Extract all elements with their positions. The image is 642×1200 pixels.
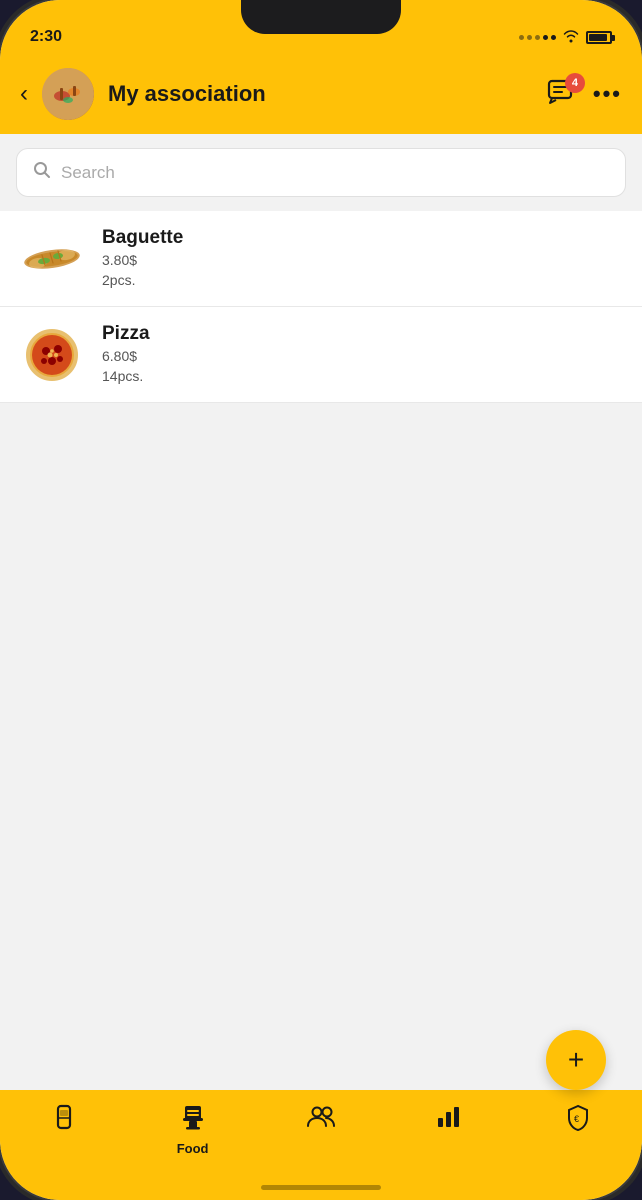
food-list: Baguette 3.80$2pcs. [0,211,642,403]
shield-icon: € [565,1104,591,1139]
list-item[interactable]: Baguette 3.80$2pcs. [0,211,642,307]
food-image-baguette [20,235,84,283]
messages-button[interactable]: 4 [547,79,577,110]
list-item[interactable]: Pizza 6.80$14pcs. [0,307,642,403]
nav-item-people[interactable] [291,1104,351,1135]
dot5 [551,35,556,40]
search-icon [33,161,51,184]
add-button[interactable]: + [546,1030,606,1090]
avatar [42,68,94,120]
dot3 [535,35,540,40]
search-placeholder: Search [61,163,115,183]
stats-icon [436,1104,462,1135]
header-actions: 4 ••• [547,79,622,110]
main-content: Search [0,134,642,403]
search-bar[interactable]: Search [16,148,626,197]
more-button[interactable]: ••• [593,81,622,107]
header-title: My association [108,81,533,107]
nav-item-drinks[interactable] [34,1104,94,1141]
food-price: 3.80$2pcs. [102,251,622,290]
battery-icon [586,31,612,44]
notch [241,0,401,34]
signal-dots [519,35,556,40]
svg-text:€: € [574,1114,579,1124]
nav-item-food[interactable]: Food [163,1104,223,1156]
bottom-navigation: Food [0,1090,642,1200]
back-button[interactable]: ‹ [20,80,28,108]
food-icon [179,1104,207,1137]
search-section: Search [0,134,642,211]
food-name: Baguette [102,227,622,249]
battery-fill [589,34,607,41]
dot1 [519,35,524,40]
status-time: 2:30 [30,28,62,46]
food-price: 6.80$14pcs. [102,347,622,386]
phone-frame: 2:30 [0,0,642,1200]
food-info-baguette: Baguette 3.80$2pcs. [102,227,622,290]
food-nav-label: Food [177,1141,209,1156]
phone-screen: 2:30 [0,0,642,1200]
food-name: Pizza [102,323,622,345]
dot4 [543,35,548,40]
food-info-pizza: Pizza 6.80$14pcs. [102,323,622,386]
wifi-icon [562,29,580,46]
notification-badge: 4 [565,73,585,93]
app-header: ‹ My association [0,54,642,134]
home-indicator [261,1185,381,1190]
dot2 [527,35,532,40]
nav-item-stats[interactable] [419,1104,479,1135]
drinks-icon [51,1104,77,1141]
food-image-pizza [20,331,84,379]
nav-item-security[interactable]: € [548,1104,608,1139]
status-icons [519,29,612,46]
people-icon [306,1104,336,1135]
